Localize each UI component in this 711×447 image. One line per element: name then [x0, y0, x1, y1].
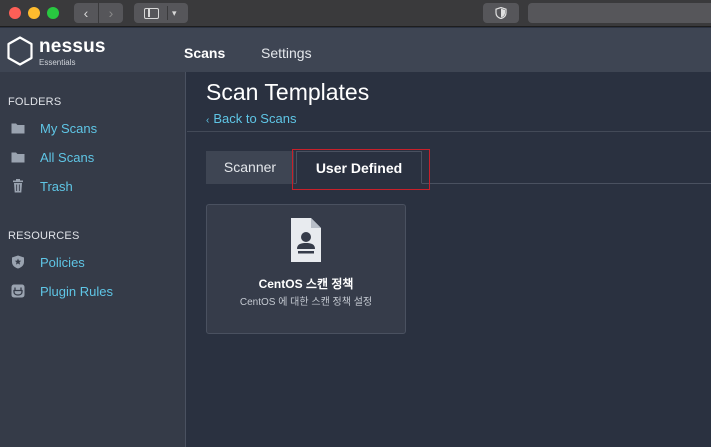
nessus-logo[interactable]: nessus Essentials — [6, 34, 116, 68]
sidebar-item-all-scans[interactable]: All Scans — [0, 145, 185, 171]
browser-toolbar: ‹ › ▾ — [0, 0, 711, 27]
window-minimize-button[interactable] — [28, 7, 40, 19]
header-divider — [187, 131, 711, 132]
browser-sidebar-toggle[interactable]: ▾ — [134, 3, 188, 23]
resources-heading: RESOURCES — [8, 230, 80, 242]
privacy-shield-button[interactable] — [483, 3, 519, 23]
nav-settings[interactable]: Settings — [261, 45, 312, 61]
policy-shield-icon — [12, 255, 24, 269]
hexagon-logo-icon — [7, 36, 33, 66]
chevron-right-icon: › — [108, 5, 114, 21]
browser-forward-button[interactable]: › — [99, 3, 123, 23]
window-close-button[interactable] — [9, 7, 21, 19]
address-bar[interactable] — [528, 3, 711, 23]
sidebar-item-label: All Scans — [40, 150, 95, 165]
sidebar-item-policies[interactable]: Policies — [0, 250, 185, 276]
window-zoom-button[interactable] — [47, 7, 59, 19]
tab-scanner[interactable]: Scanner — [206, 151, 294, 184]
chevron-left-icon: ‹ — [83, 5, 89, 21]
user-document-icon — [291, 218, 321, 262]
chevron-down-icon: ▾ — [172, 8, 177, 18]
plugin-rules-icon — [11, 284, 25, 298]
sidebar-item-label: Plugin Rules — [40, 284, 113, 299]
sidebar: FOLDERS My Scans All Scans Trash RESOURC… — [0, 72, 186, 447]
folders-heading: FOLDERS — [8, 96, 62, 108]
template-card[interactable]: CentOS 스캔 정책 CentOS 에 대한 스캔 정책 설정 — [206, 204, 406, 334]
logo-name: nessus — [39, 36, 106, 57]
template-title: CentOS 스캔 정책 — [258, 277, 354, 291]
highlight-annotation-box — [292, 149, 430, 190]
main-content: Scan Templates ‹ Back to Scans Scanner Us… — [187, 72, 711, 447]
shield-icon — [495, 7, 507, 19]
browser-back-button[interactable]: ‹ — [74, 3, 98, 23]
sidebar-item-label: My Scans — [40, 121, 98, 136]
folder-icon — [11, 152, 25, 163]
back-link-label: Back to Scans — [213, 111, 297, 126]
template-description: CentOS 에 대한 스캔 정책 설정 — [239, 297, 373, 308]
back-to-scans-link[interactable]: ‹ Back to Scans — [206, 111, 296, 126]
sidebar-item-trash[interactable]: Trash — [0, 174, 185, 200]
chevron-left-icon: ‹ — [206, 115, 210, 126]
nav-scans[interactable]: Scans — [184, 45, 225, 61]
folder-icon — [11, 123, 25, 134]
toggle-divider — [167, 6, 168, 20]
sidebar-item-label: Policies — [40, 255, 85, 270]
sidebar-item-my-scans[interactable]: My Scans — [0, 116, 185, 142]
page-title: Scan Templates — [206, 79, 370, 105]
logo-subtitle: Essentials — [39, 58, 76, 67]
sidebar-icon — [144, 8, 159, 19]
app-header: nessus Essentials Scans Settings — [0, 28, 711, 72]
sidebar-item-label: Trash — [40, 179, 73, 194]
trash-icon — [13, 179, 23, 193]
sidebar-item-plugin-rules[interactable]: Plugin Rules — [0, 279, 185, 305]
